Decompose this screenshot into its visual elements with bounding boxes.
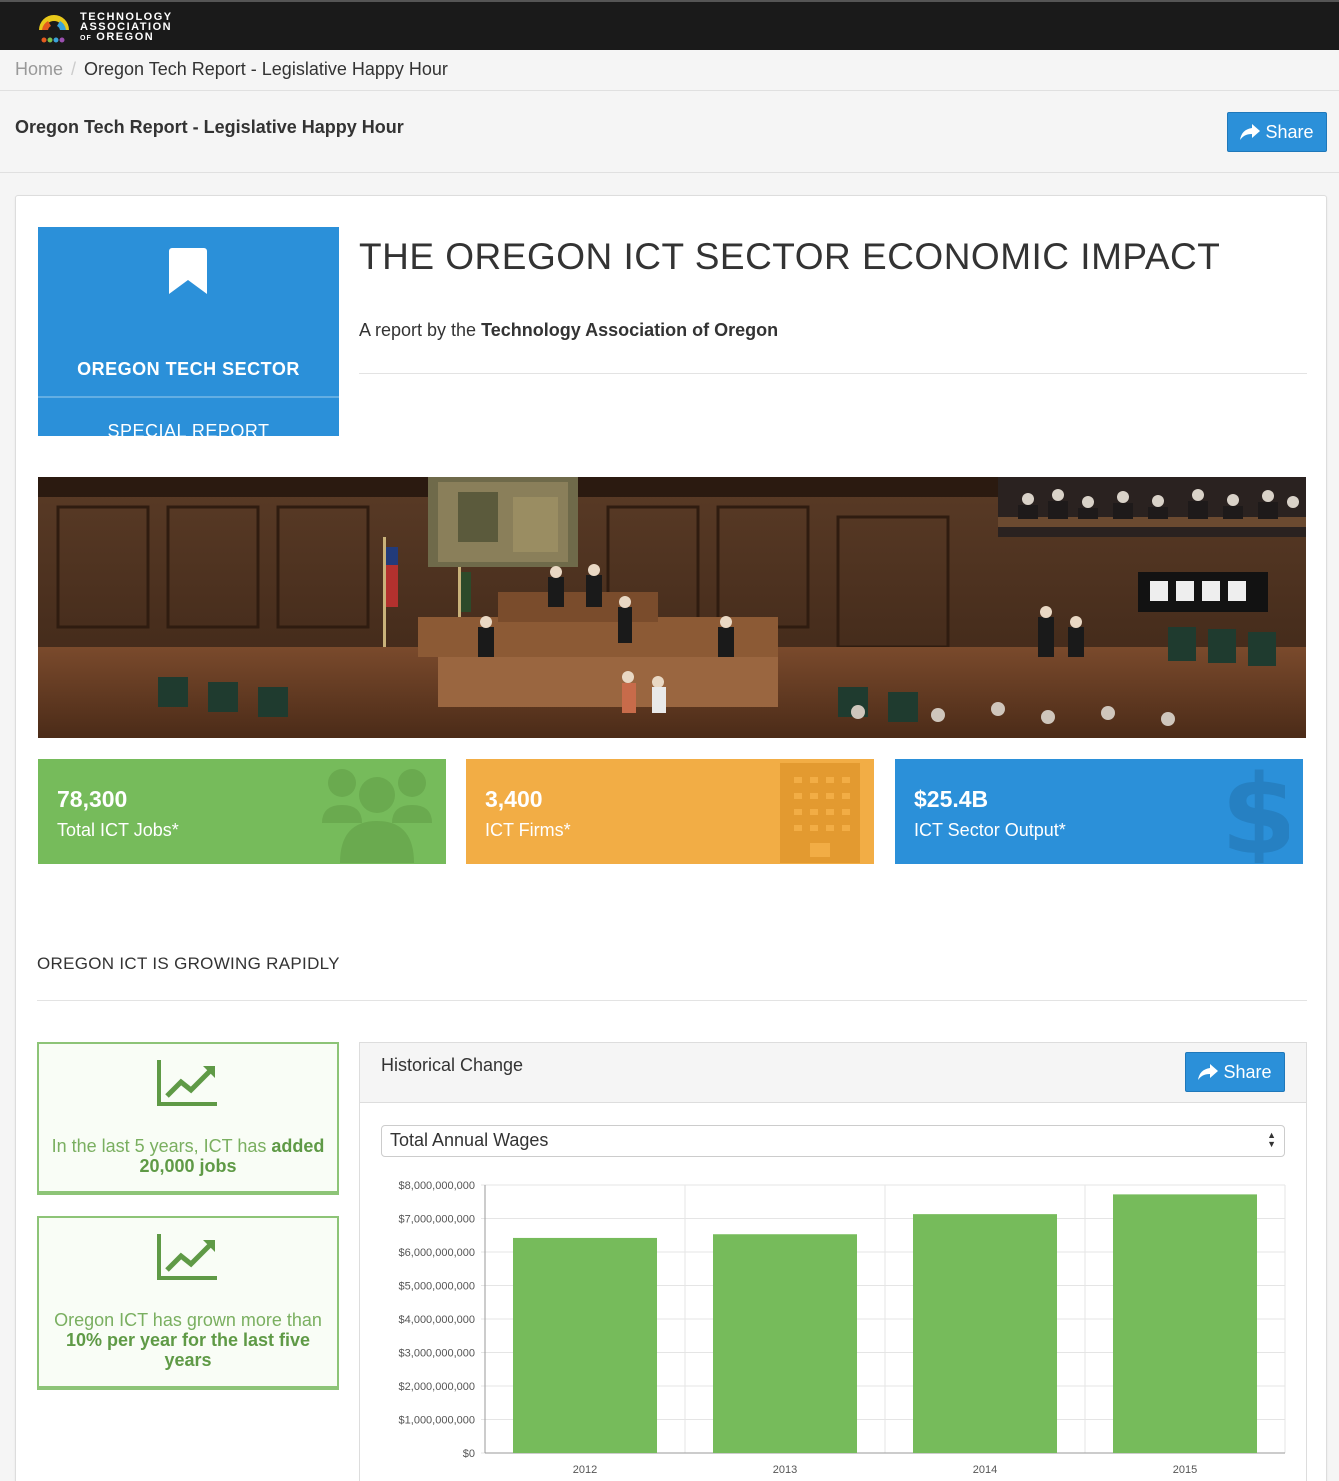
building-icon [780, 763, 860, 863]
svg-text:$: $ [1229, 763, 1289, 863]
y-tick-label: $1,000,000,000 [399, 1415, 475, 1427]
divider [37, 1000, 1307, 1001]
users-icon [322, 769, 432, 863]
share-label: Share [1223, 1061, 1272, 1082]
share-icon [1198, 1064, 1219, 1080]
byline-org: Technology Association of Oregon [481, 320, 779, 340]
report-byline: A report by the Technology Association o… [359, 320, 779, 340]
badge-title: OREGON TECH SECTOR [77, 359, 300, 379]
y-tick-label: $7,000,000,000 [399, 1214, 475, 1226]
breadcrumb-separator: / [71, 59, 77, 79]
insight-card-jobs: In the last 5 years, ICT has added 20,00… [37, 1042, 339, 1195]
report-headline: THE OREGON ICT SECTOR ECONOMIC IMPACT [359, 236, 1221, 277]
stat-value: 3,400 [485, 786, 543, 812]
select-arrows-icon: ▲ ▼ [1267, 1130, 1276, 1149]
x-tick-label: 2013 [773, 1464, 797, 1476]
x-tick-label: 2014 [973, 1464, 997, 1476]
badge-subtitle: SPECIAL REPORT [107, 421, 270, 441]
insight-text: Oregon ICT has grown more than 10% per y… [54, 1310, 322, 1370]
historical-change-panel: Historical Change Share Total Annual Wag… [359, 1042, 1307, 1481]
y-tick-label: $2,000,000,000 [399, 1381, 475, 1393]
section-title: OREGON ICT IS GROWING RAPIDLY [37, 954, 340, 973]
page-header: Oregon Tech Report - Legislative Happy H… [0, 91, 1339, 173]
y-tick-label: $3,000,000,000 [399, 1348, 475, 1360]
y-tick-label: $6,000,000,000 [399, 1247, 475, 1259]
chart-bar [713, 1234, 857, 1453]
panel-title: Historical Change [381, 1055, 524, 1075]
y-tick-label: $8,000,000,000 [399, 1180, 475, 1192]
insight-card-growth: Oregon ICT has grown more than 10% per y… [37, 1216, 339, 1390]
stat-label: Total ICT Jobs* [57, 820, 179, 840]
dollar-icon: $ [1229, 763, 1289, 863]
y-tick-label: $5,000,000,000 [399, 1281, 475, 1293]
metric-select[interactable]: Total Annual Wages ▲ ▼ [381, 1125, 1285, 1157]
chart-share-button[interactable]: Share [1185, 1052, 1285, 1092]
divider [359, 373, 1307, 374]
stat-tile-output: $ $25.4B ICT Sector Output* [895, 759, 1303, 864]
wages-bar-chart: $0 $1,000,000,000 $2,000,000,000 $3,000,000… [399, 1180, 1286, 1476]
breadcrumb-home-link[interactable]: Home [15, 59, 63, 79]
logo-text: TECHNOLOGY ASSOCIATION OF OREGON [80, 11, 173, 43]
chamber-photo [38, 477, 1306, 738]
tao-logo[interactable]: TECHNOLOGY ASSOCIATION OF OREGON [36, 10, 173, 46]
chart-bar [1113, 1194, 1257, 1453]
breadcrumb: Home / Oregon Tech Report - Legislative Ha… [0, 50, 1339, 91]
page-title: Oregon Tech Report - Legislative Happy H… [15, 117, 404, 137]
report-card: OREGON TECH SECTOR SPECIAL REPORT THE OR… [15, 195, 1327, 1481]
chart-bar [913, 1214, 1057, 1453]
stat-value: 78,300 [57, 786, 128, 812]
share-label: Share [1265, 121, 1314, 142]
stat-label: ICT Sector Output* [914, 820, 1066, 840]
stat-tile-firms: 3,400 ICT Firms* [466, 759, 874, 864]
line-chart-icon [157, 1234, 217, 1280]
top-navbar: TECHNOLOGY ASSOCIATION OF OREGON [0, 0, 1339, 50]
breadcrumb-current: Oregon Tech Report - Legislative Happy H… [84, 59, 448, 79]
report-badge: OREGON TECH SECTOR SPECIAL REPORT [38, 227, 339, 441]
select-value: Total Annual Wages [390, 1130, 549, 1150]
header-share-button[interactable]: Share [1227, 112, 1327, 152]
bookmark-icon [169, 248, 207, 294]
x-tick-label: 2012 [573, 1464, 597, 1476]
logo-icon [39, 15, 69, 43]
insight-text: In the last 5 years, ICT has added 20,00… [51, 1136, 325, 1176]
chart-bar [513, 1237, 657, 1453]
x-tick-label: 2015 [1173, 1464, 1197, 1476]
stat-tile-jobs: 78,300 Total ICT Jobs* [38, 759, 446, 864]
share-icon [1240, 124, 1261, 140]
y-tick-label: $4,000,000,000 [399, 1314, 475, 1326]
y-tick-label: $0 [463, 1448, 475, 1460]
stat-value: $25.4B [914, 786, 989, 812]
stat-label: ICT Firms* [485, 820, 571, 840]
line-chart-icon [157, 1060, 217, 1106]
panel-header: Historical Change Share [360, 1043, 1306, 1103]
badge-divider [38, 396, 339, 398]
